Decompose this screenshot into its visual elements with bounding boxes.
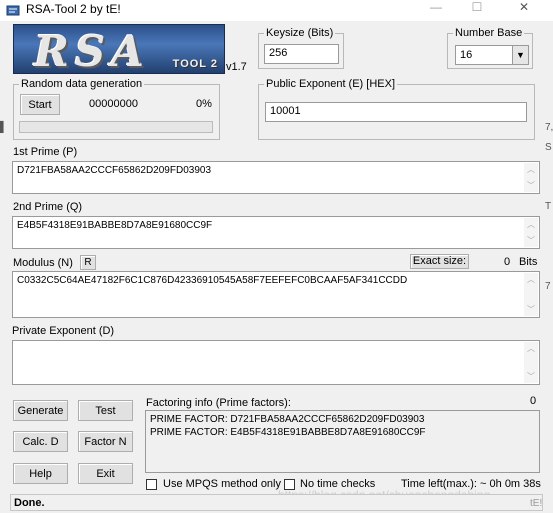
public-exponent-input[interactable]: 10001 <box>265 102 527 122</box>
exact-size-value: 0 <box>504 256 511 268</box>
background-fragment: 7, <box>545 122 553 133</box>
prime-p-label: 1st Prime (P) <box>13 146 78 158</box>
logo-main-text: RSA <box>34 27 150 74</box>
number-base-label: Number Base <box>453 27 525 39</box>
close-button[interactable]: ✕ <box>509 1 539 18</box>
private-exponent-scrollbar[interactable]: ︿ ﹀ <box>524 342 538 383</box>
version-label: v1.7 <box>226 61 247 73</box>
mpqs-checkbox[interactable] <box>146 479 157 490</box>
exact-size-button[interactable]: Exact size: <box>410 254 469 269</box>
random-counter: 00000000 <box>89 98 138 110</box>
status-right-text: tE! <box>530 498 543 509</box>
factoring-line: PRIME FACTOR: D721FBA58AA2CCCF65862D209F… <box>150 414 425 425</box>
app-icon <box>6 5 20 16</box>
chevron-down-icon[interactable]: ▼ <box>512 46 528 64</box>
factor-n-button[interactable]: Factor N <box>78 431 133 452</box>
generate-button[interactable]: Generate <box>13 400 68 421</box>
private-exponent-label: Private Exponent (D) <box>12 325 115 337</box>
prime-p-textarea[interactable]: D721FBA58AA2CCCF65862D209FD03903 ︿ ﹀ <box>12 161 540 194</box>
modulus-scrollbar[interactable]: ︿ ﹀ <box>524 273 538 316</box>
window-title: RSA-Tool 2 by tE! <box>26 2 121 16</box>
random-percent: 0% <box>196 98 212 110</box>
logo-sub-text: TOOL 2 <box>172 58 218 70</box>
prime-q-textarea[interactable]: E4B5F4318E91BABBE8D7A8E91680CC9F ︿ ﹀ <box>12 216 540 249</box>
help-button[interactable]: Help <box>13 463 68 484</box>
background-fragment: T <box>545 201 552 212</box>
prime-p-value: D721FBA58AA2CCCF65862D209FD03903 <box>17 165 212 176</box>
start-button[interactable]: Start <box>20 94 60 115</box>
private-exponent-textarea[interactable]: ︿ ﹀ <box>12 340 540 385</box>
background-fragment: S <box>545 142 552 153</box>
modulus-value: C0332C5C64AE47182F6C1C876D42336910545A58… <box>17 275 408 286</box>
keysize-label: Keysize (Bits) <box>264 27 336 39</box>
keysize-input[interactable]: 256 <box>264 44 339 64</box>
factoring-output[interactable]: PRIME FACTOR: D721FBA58AA2CCCF65862D209F… <box>145 410 540 473</box>
public-exponent-label: Public Exponent (E) [HEX] <box>264 78 398 90</box>
prime-q-scrollbar[interactable]: ︿ ﹀ <box>524 218 538 247</box>
mpqs-label: Use MPQS method only <box>163 478 281 490</box>
modulus-label: Modulus (N) <box>13 257 73 269</box>
minimize-button[interactable]: — <box>421 1 451 18</box>
calc-d-button[interactable]: Calc. D <box>13 431 68 452</box>
random-data-label: Random data generation <box>19 78 145 90</box>
number-base-value: 16 <box>460 49 473 61</box>
factoring-count: 0 <box>530 395 537 407</box>
status-text: Done. <box>14 497 45 509</box>
prime-q-label: 2nd Prime (Q) <box>13 201 83 213</box>
status-bar <box>10 494 543 511</box>
prime-q-value: E4B5F4318E91BABBE8D7A8E91680CC9F <box>17 220 213 231</box>
test-button[interactable]: Test <box>78 400 133 421</box>
maximize-button[interactable]: ☐ <box>462 1 492 18</box>
background-fragment: 7 <box>545 281 551 292</box>
background-fragment: ▌ <box>0 122 8 133</box>
modulus-reverse-button[interactable]: R <box>80 255 96 270</box>
exit-button[interactable]: Exit <box>78 463 133 484</box>
random-progress-bar <box>19 121 213 133</box>
modulus-textarea[interactable]: C0332C5C64AE47182F6C1C876D42336910545A58… <box>12 271 540 318</box>
factoring-line: PRIME FACTOR: E4B5F4318E91BABBE8D7A8E916… <box>150 427 426 438</box>
prime-p-scrollbar[interactable]: ︿ ﹀ <box>524 163 538 192</box>
bits-label: Bits <box>519 256 538 268</box>
rsa-tool-logo: RSA TOOL 2 <box>13 24 225 74</box>
factoring-info-label: Factoring info (Prime factors): <box>146 397 291 409</box>
